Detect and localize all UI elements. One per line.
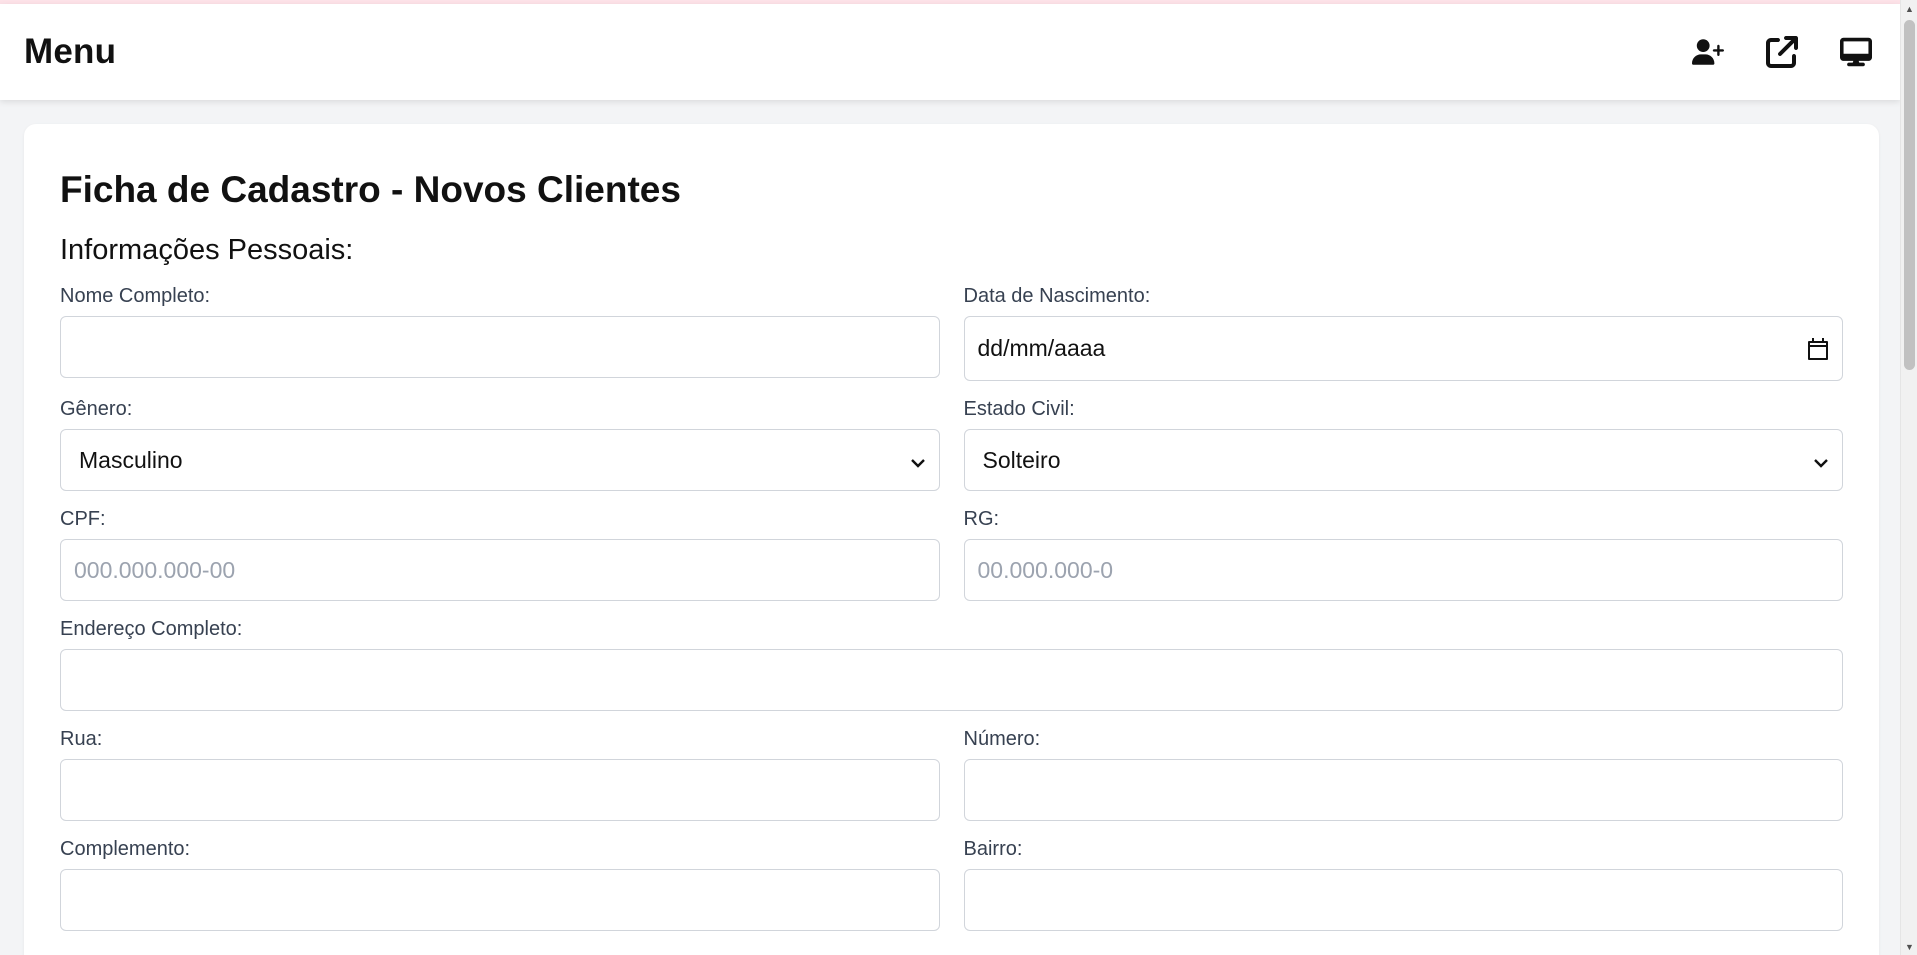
nome-completo-input[interactable]: [60, 316, 940, 378]
chevron-down-icon: [1812, 451, 1830, 469]
cpf-label: CPF:: [60, 508, 106, 530]
rua-input[interactable]: [60, 759, 940, 821]
field-cpf: CPF: 000.000.000-00: [60, 505, 940, 601]
field-bairro: Bairro:: [963, 835, 1843, 931]
form-row: Complemento: Bairro:: [60, 835, 1843, 931]
monitor-icon[interactable]: [1838, 34, 1874, 70]
field-estado-civil: Estado Civil: Solteiro: [963, 395, 1843, 491]
rua-label: Rua:: [60, 728, 103, 750]
data-nascimento-value: dd/mm/aaaa: [977, 335, 1106, 361]
genero-label: Gênero:: [60, 398, 133, 420]
registration-form-card: Ficha de Cadastro - Novos Clientes Infor…: [24, 124, 1879, 955]
scroll-down-arrow-icon[interactable]: ▼: [1901, 938, 1917, 955]
endereco-label: Endereço Completo:: [60, 618, 243, 640]
complemento-label: Complemento:: [60, 838, 191, 860]
genero-selected-value: Masculino: [79, 446, 183, 473]
navbar-actions: [1690, 34, 1876, 70]
vertical-scrollbar[interactable]: ▲ ▼: [1900, 0, 1917, 955]
scrollbar-thumb[interactable]: [1904, 20, 1915, 370]
field-complemento: Complemento:: [60, 835, 940, 931]
field-rg: RG: 00.000.000-0: [963, 505, 1843, 601]
data-nascimento-label: Data de Nascimento:: [963, 285, 1151, 307]
numero-label: Número:: [963, 728, 1041, 750]
genero-select[interactable]: Masculino: [60, 429, 940, 491]
scroll-up-arrow-icon[interactable]: ▲: [1901, 0, 1917, 17]
field-endereco: Endereço Completo:: [60, 615, 1843, 711]
user-plus-icon[interactable]: [1690, 34, 1726, 70]
external-link-icon[interactable]: [1764, 34, 1800, 70]
navbar-title: Menu: [24, 32, 117, 71]
data-nascimento-input[interactable]: dd/mm/aaaa: [963, 316, 1843, 381]
section-title-personal-info: Informações Pessoais:: [60, 234, 354, 266]
top-navbar: Menu: [0, 4, 1900, 100]
form-row: Gênero: Masculino Estado Civil: Solteiro: [60, 395, 1843, 491]
chevron-down-icon: [909, 451, 927, 469]
form-row: Rua: Número:: [60, 725, 1843, 821]
rg-label: RG:: [963, 508, 1000, 530]
estado-civil-label: Estado Civil:: [963, 398, 1075, 420]
calendar-icon[interactable]: [1807, 337, 1829, 361]
bairro-label: Bairro:: [963, 838, 1023, 860]
cpf-input[interactable]: 000.000.000-00: [60, 539, 940, 601]
endereco-input[interactable]: [60, 649, 1843, 711]
numero-input[interactable]: [963, 759, 1843, 821]
form-row: Endereço Completo:: [60, 615, 1843, 711]
nome-completo-label: Nome Completo:: [60, 285, 211, 307]
form-row: CPF: 000.000.000-00 RG: 00.000.000-0: [60, 505, 1843, 601]
field-nome-completo: Nome Completo:: [60, 282, 940, 381]
bairro-input[interactable]: [963, 869, 1843, 931]
form-title: Ficha de Cadastro - Novos Clientes: [60, 169, 681, 210]
field-rua: Rua:: [60, 725, 940, 821]
estado-civil-select[interactable]: Solteiro: [963, 429, 1843, 491]
field-numero: Número:: [963, 725, 1843, 821]
field-genero: Gênero: Masculino: [60, 395, 940, 491]
estado-civil-selected-value: Solteiro: [982, 446, 1061, 473]
form-row: Nome Completo: Data de Nascimento: dd/mm…: [60, 282, 1843, 381]
rg-input[interactable]: 00.000.000-0: [963, 539, 1843, 601]
complemento-input[interactable]: [60, 869, 940, 931]
field-data-nascimento: Data de Nascimento: dd/mm/aaaa: [963, 282, 1843, 381]
